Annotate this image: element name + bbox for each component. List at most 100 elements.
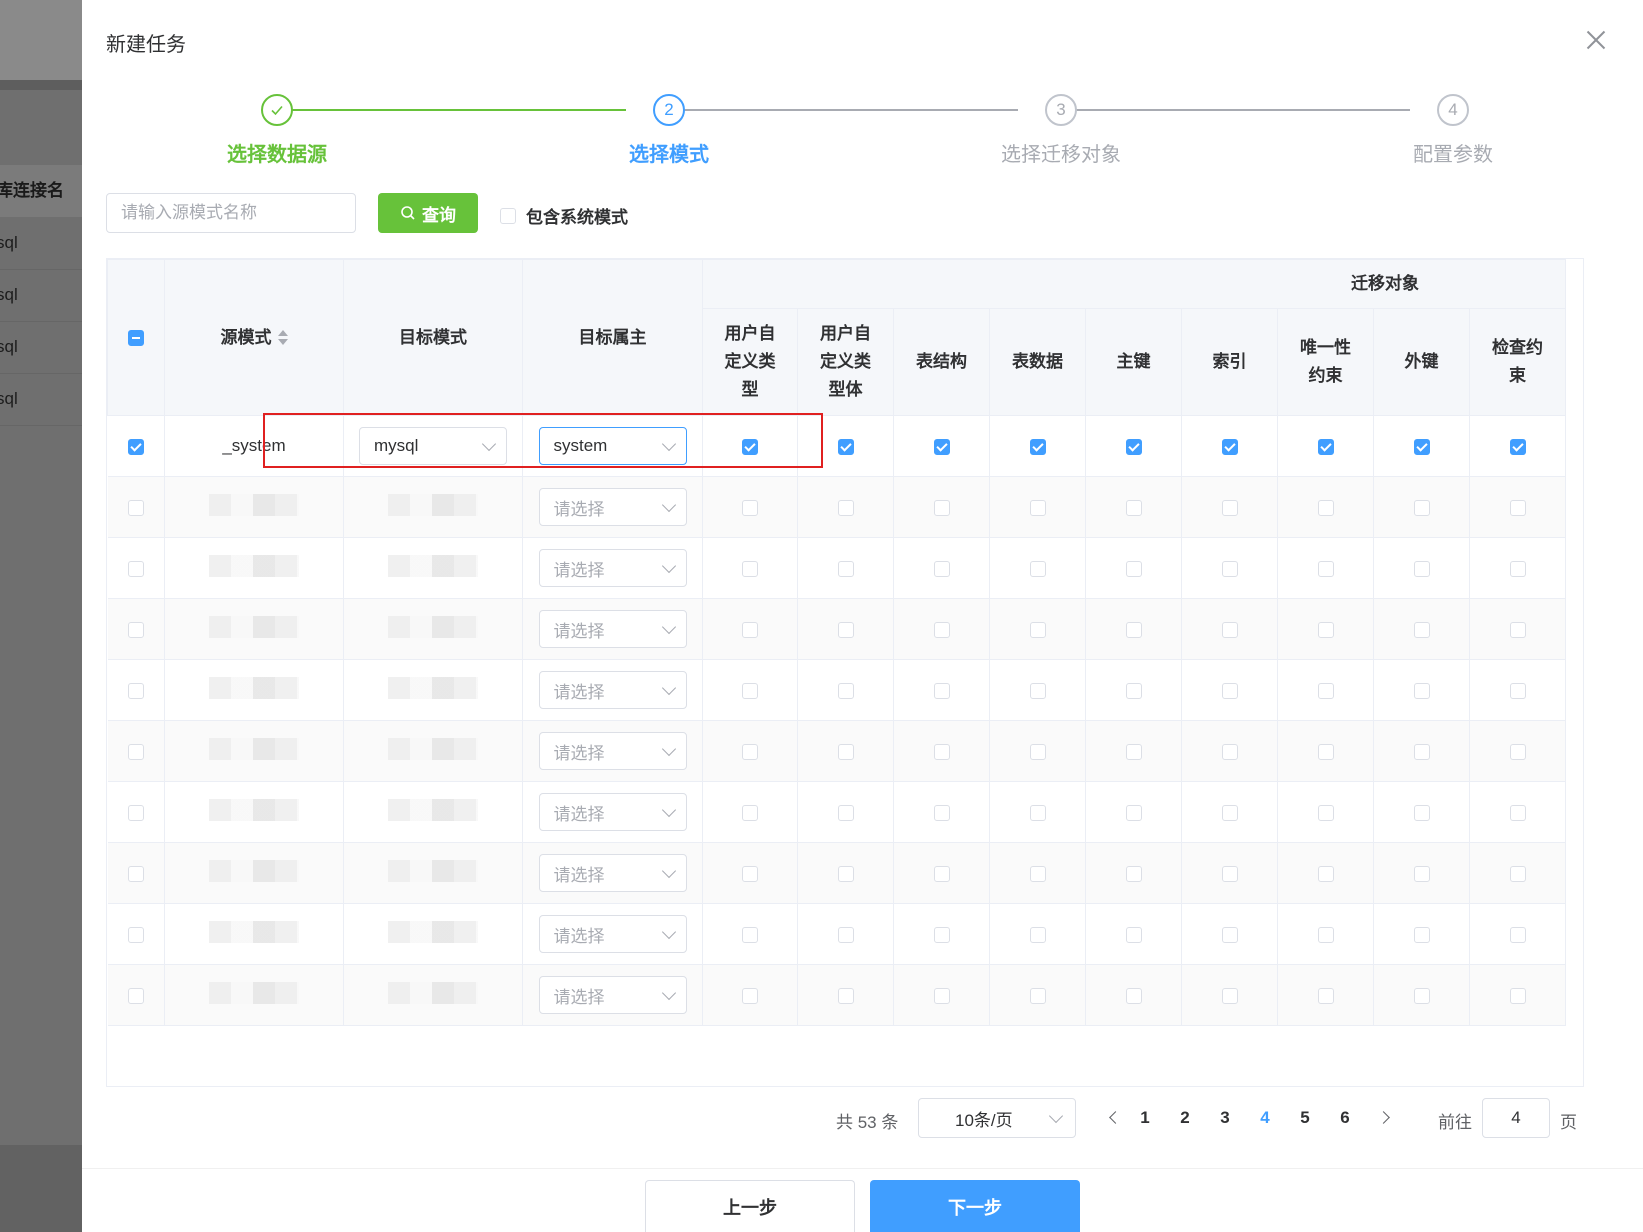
- checkbox[interactable]: [127, 865, 144, 882]
- checkbox[interactable]: [1413, 499, 1430, 516]
- schema-select[interactable]: system: [538, 427, 687, 465]
- checkbox[interactable]: [742, 987, 758, 1004]
- checkbox[interactable]: [933, 682, 950, 699]
- checkbox[interactable]: [1317, 682, 1334, 699]
- checkbox[interactable]: [1125, 438, 1142, 455]
- checkbox[interactable]: [127, 438, 144, 455]
- checkbox[interactable]: [1317, 499, 1334, 516]
- checkbox[interactable]: [1125, 499, 1142, 516]
- checkbox[interactable]: [1317, 438, 1334, 455]
- next-step-button[interactable]: 下一步: [870, 1180, 1080, 1232]
- checkbox[interactable]: [742, 865, 758, 882]
- checkbox[interactable]: [1509, 560, 1526, 577]
- checkbox[interactable]: [127, 987, 144, 1004]
- owner-select[interactable]: 请选择: [538, 732, 687, 770]
- checkbox[interactable]: [742, 499, 758, 516]
- owner-select[interactable]: 请选择: [538, 793, 687, 831]
- goto-page-input[interactable]: [1482, 1098, 1550, 1138]
- previous-step-button[interactable]: 上一步: [645, 1180, 855, 1232]
- checkbox[interactable]: [742, 438, 758, 455]
- include-system-schema-checkbox[interactable]: 包含系统模式: [500, 203, 628, 228]
- checkbox[interactable]: [1413, 865, 1430, 882]
- checkbox[interactable]: [837, 438, 854, 455]
- checkbox[interactable]: [1509, 499, 1526, 516]
- checkbox[interactable]: [1221, 804, 1238, 821]
- sort-icon[interactable]: [277, 330, 288, 346]
- checkbox[interactable]: [1413, 987, 1430, 1004]
- checkbox[interactable]: [1509, 682, 1526, 699]
- checkbox[interactable]: [742, 682, 758, 699]
- checkbox[interactable]: [1317, 743, 1334, 760]
- checkbox[interactable]: [1029, 743, 1046, 760]
- checkbox[interactable]: [127, 499, 144, 516]
- checkbox[interactable]: [1413, 621, 1430, 638]
- page-5[interactable]: 5: [1290, 1108, 1320, 1128]
- prev-page-icon[interactable]: [1109, 1111, 1122, 1124]
- checkbox[interactable]: [742, 743, 758, 760]
- checkbox[interactable]: [1221, 560, 1238, 577]
- checkbox[interactable]: [1029, 682, 1046, 699]
- column-header-source-schema[interactable]: 源模式: [164, 259, 344, 416]
- checkbox[interactable]: [1317, 926, 1334, 943]
- checkbox[interactable]: [127, 804, 144, 821]
- checkbox[interactable]: [1029, 926, 1046, 943]
- checkbox[interactable]: [1413, 682, 1430, 699]
- checkbox[interactable]: [1029, 621, 1046, 638]
- checkbox[interactable]: [127, 560, 144, 577]
- checkbox[interactable]: [1509, 804, 1526, 821]
- checkbox[interactable]: [933, 438, 950, 455]
- checkbox[interactable]: [1317, 621, 1334, 638]
- checkbox[interactable]: [1221, 682, 1238, 699]
- owner-select[interactable]: 请选择: [538, 488, 687, 526]
- checkbox[interactable]: [1221, 621, 1238, 638]
- checkbox[interactable]: [837, 926, 854, 943]
- owner-select[interactable]: 请选择: [538, 671, 687, 709]
- checkbox[interactable]: [1413, 560, 1430, 577]
- checkbox[interactable]: [1509, 621, 1526, 638]
- checkbox[interactable]: [1413, 438, 1430, 455]
- checkbox[interactable]: [933, 499, 950, 516]
- checkbox[interactable]: [933, 560, 950, 577]
- checkbox[interactable]: [1125, 621, 1142, 638]
- page-2[interactable]: 2: [1170, 1108, 1200, 1128]
- checkbox[interactable]: [1221, 438, 1238, 455]
- checkbox[interactable]: [837, 499, 854, 516]
- checkbox[interactable]: [837, 621, 854, 638]
- checkbox[interactable]: [1509, 865, 1526, 882]
- checkbox[interactable]: [1317, 987, 1334, 1004]
- checkbox[interactable]: [1125, 804, 1142, 821]
- checkbox[interactable]: [742, 926, 758, 943]
- checkbox[interactable]: [837, 743, 854, 760]
- checkbox[interactable]: [1221, 743, 1238, 760]
- checkbox[interactable]: [1509, 438, 1526, 455]
- checkbox[interactable]: [1317, 865, 1334, 882]
- close-icon[interactable]: [1584, 28, 1608, 52]
- select-all-checkbox[interactable]: [128, 330, 144, 347]
- schema-select[interactable]: mysql: [359, 427, 507, 465]
- owner-select[interactable]: 请选择: [538, 610, 687, 648]
- checkbox[interactable]: [1221, 926, 1238, 943]
- checkbox[interactable]: [742, 621, 758, 638]
- checkbox[interactable]: [742, 560, 758, 577]
- checkbox[interactable]: [1221, 987, 1238, 1004]
- page-4[interactable]: 4: [1250, 1108, 1280, 1128]
- checkbox[interactable]: [1029, 499, 1046, 516]
- checkbox[interactable]: [1509, 987, 1526, 1004]
- checkbox[interactable]: [933, 865, 950, 882]
- checkbox[interactable]: [1509, 926, 1526, 943]
- page-6[interactable]: 6: [1330, 1108, 1360, 1128]
- schema-search-input[interactable]: [106, 193, 356, 233]
- checkbox[interactable]: [1125, 743, 1142, 760]
- checkbox[interactable]: [1413, 743, 1430, 760]
- page-3[interactable]: 3: [1210, 1108, 1240, 1128]
- checkbox[interactable]: [1029, 865, 1046, 882]
- checkbox[interactable]: [933, 926, 950, 943]
- checkbox[interactable]: [933, 804, 950, 821]
- checkbox[interactable]: [1125, 987, 1142, 1004]
- checkbox[interactable]: [1125, 926, 1142, 943]
- owner-select[interactable]: 请选择: [538, 549, 687, 587]
- owner-select[interactable]: 请选择: [538, 915, 687, 953]
- checkbox[interactable]: [1029, 987, 1046, 1004]
- checkbox[interactable]: [127, 926, 144, 943]
- next-page-icon[interactable]: [1377, 1111, 1390, 1124]
